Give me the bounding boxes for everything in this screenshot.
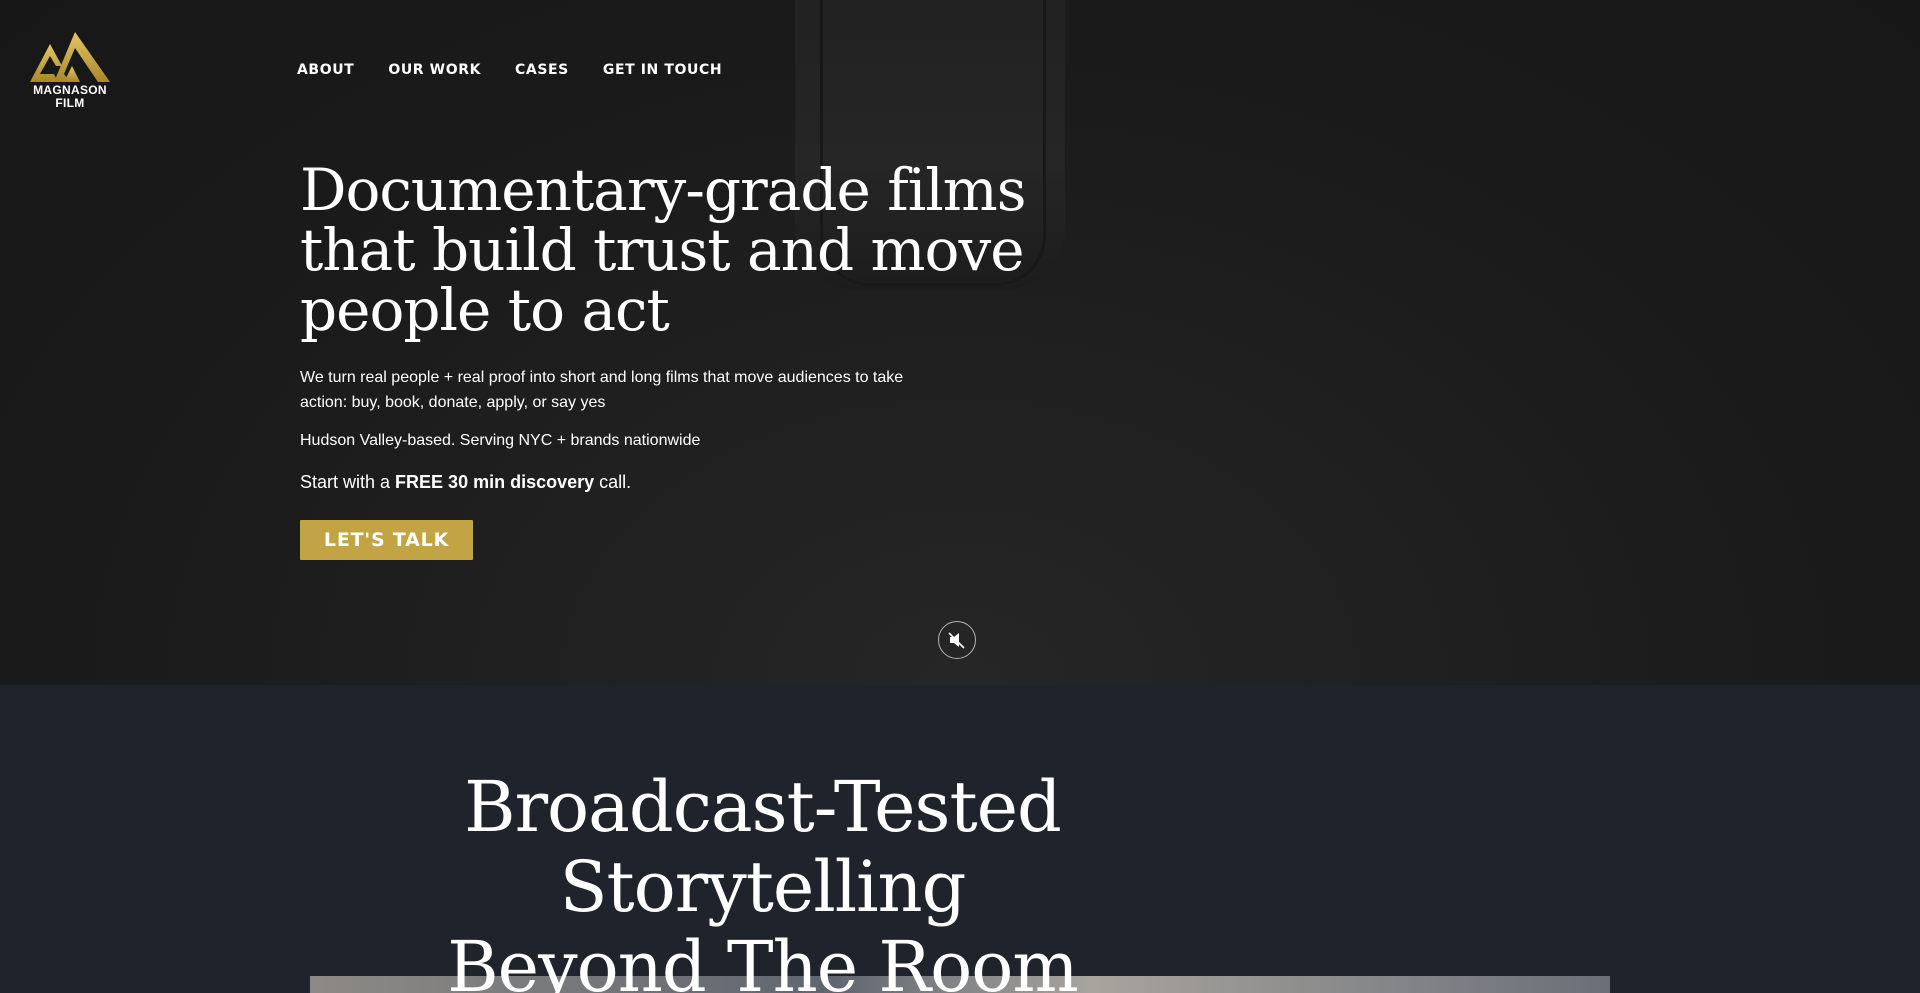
cta-bold: FREE 30 min discovery xyxy=(395,472,595,492)
site-logo[interactable]: MAGNASON FILM xyxy=(28,30,112,114)
main-nav: ABOUT OUR WORK CASES GET IN TOUCH xyxy=(297,62,756,78)
cta-suffix: call. xyxy=(594,472,632,492)
nav-about[interactable]: ABOUT xyxy=(297,62,354,78)
section-title-line-2: Storytelling xyxy=(559,846,967,928)
mute-toggle-button[interactable] xyxy=(938,621,976,659)
lets-talk-button[interactable]: LET'S TALK xyxy=(300,520,473,560)
nav-get-in-touch[interactable]: GET IN TOUCH xyxy=(603,62,722,78)
nav-cases[interactable]: CASES xyxy=(515,62,569,78)
cta-prefix: Start with a xyxy=(300,472,396,492)
hero-subtext: We turn real people + real proof into sh… xyxy=(300,369,904,411)
logo-wordmark: MAGNASON FILM xyxy=(28,84,112,110)
hero-cta-line: Start with a FREE 30 min discovery call. xyxy=(300,472,631,493)
section-title-line-3: Beyond The Room xyxy=(447,926,1079,993)
logo-line-2: FILM xyxy=(55,96,85,110)
hero-headline: Documentary-grade films that build trust… xyxy=(300,156,1027,344)
section-title: Broadcast-Tested Storytelling Beyond The… xyxy=(400,767,1125,993)
hero-section: MAGNASON FILM ABOUT OUR WORK CASES GET I… xyxy=(0,0,1920,685)
mountain-logo-icon xyxy=(30,32,110,82)
broadcast-section: Broadcast-Tested Storytelling Beyond The… xyxy=(0,685,1920,993)
speaker-muted-icon xyxy=(948,632,965,649)
nav-our-work[interactable]: OUR WORK xyxy=(388,62,481,78)
section-title-line-1: Broadcast-Tested xyxy=(464,766,1062,848)
hero-location: Hudson Valley-based. Serving NYC + brand… xyxy=(300,432,701,449)
